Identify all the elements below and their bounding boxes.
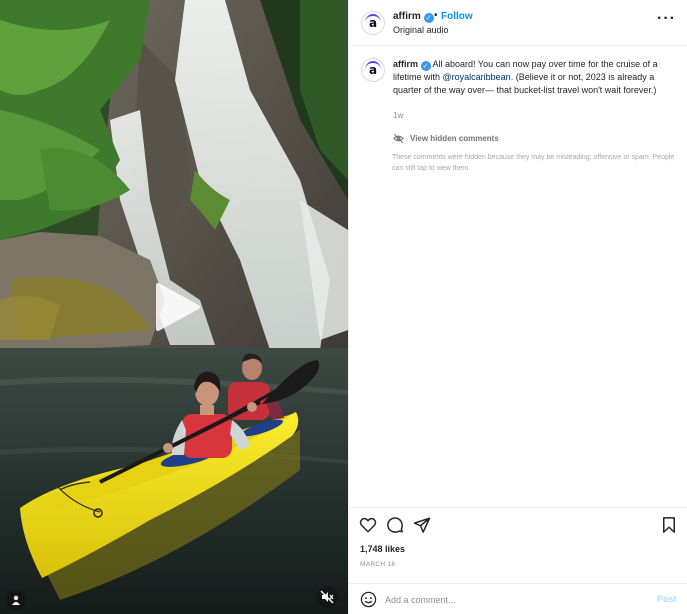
speaker-muted-icon bbox=[320, 590, 334, 604]
bookmark-icon[interactable] bbox=[660, 516, 678, 534]
user-tag-icon bbox=[12, 595, 20, 605]
verified-badge-icon: ✓ bbox=[420, 61, 431, 71]
likes-count[interactable]: 1,748 likes bbox=[360, 544, 405, 554]
post-header: a affirm ✓ • Follow Original audio ··· bbox=[349, 0, 687, 46]
post-details-panel: a affirm ✓ • Follow Original audio ··· a… bbox=[348, 0, 687, 614]
caption-username[interactable]: affirm bbox=[393, 59, 418, 69]
author-username[interactable]: affirm ✓ bbox=[393, 11, 434, 23]
more-options-icon[interactable]: ··· bbox=[657, 11, 676, 27]
mute-toggle-button[interactable] bbox=[316, 586, 338, 608]
mention-link[interactable]: @royalcaribbean bbox=[443, 72, 511, 82]
avatar[interactable]: a bbox=[361, 11, 385, 35]
post-video[interactable] bbox=[0, 0, 348, 614]
caption-text: affirm ✓ All aboard! You can now pay ove… bbox=[393, 58, 671, 96]
view-hidden-comments-button[interactable]: View hidden comments bbox=[393, 133, 499, 144]
verified-badge-icon: ✓ bbox=[423, 13, 434, 23]
user-tag-button[interactable] bbox=[6, 590, 26, 610]
action-bar bbox=[349, 507, 687, 539]
separator-dot: • bbox=[434, 10, 438, 21]
affirm-logo-icon: a bbox=[364, 61, 382, 79]
post-comment-button[interactable]: Post bbox=[657, 594, 677, 604]
follow-button[interactable]: Follow bbox=[441, 11, 473, 22]
eye-slash-icon bbox=[393, 134, 404, 143]
comment-input[interactable] bbox=[385, 590, 635, 609]
avatar[interactable]: a bbox=[361, 58, 385, 82]
view-hidden-comments-label: View hidden comments bbox=[410, 134, 499, 143]
play-icon[interactable] bbox=[150, 281, 202, 333]
post-date: MARCH 16 bbox=[360, 561, 396, 568]
smiley-icon[interactable] bbox=[360, 591, 377, 608]
author-username-text[interactable]: affirm bbox=[393, 11, 421, 22]
hidden-comments-note: These comments were hidden because they … bbox=[392, 154, 675, 172]
affirm-logo-icon: a bbox=[364, 14, 382, 32]
comment-composer: Post bbox=[349, 583, 687, 614]
audio-link[interactable]: Original audio bbox=[393, 25, 449, 35]
caption-timestamp[interactable]: 1w bbox=[393, 111, 403, 120]
comment-bubble-icon[interactable] bbox=[386, 516, 404, 534]
paper-plane-icon[interactable] bbox=[413, 516, 431, 534]
heart-icon[interactable] bbox=[359, 516, 377, 534]
